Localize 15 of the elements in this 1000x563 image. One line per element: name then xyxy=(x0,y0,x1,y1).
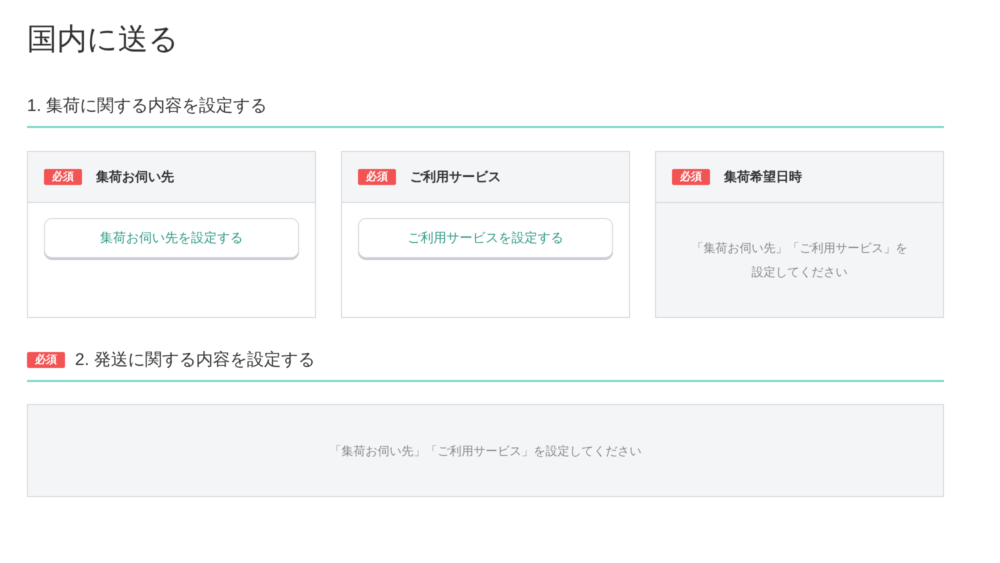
required-badge: 必須 xyxy=(358,169,396,185)
required-badge: 必須 xyxy=(27,352,65,368)
instruction-text: 「集荷お伺い先」「ご利用サービス」を設定してください xyxy=(330,442,642,460)
section-heading: 1. 集荷に関する内容を設定する xyxy=(27,95,267,117)
section-heading: 2. 発送に関する内容を設定する xyxy=(75,349,315,371)
set-button[interactable]: 集荷お伺い先を設定する xyxy=(44,218,299,258)
instruction-text: 「集荷お伺い先」「ご利用サービス」を xyxy=(692,240,908,257)
page-title: 国内に送る xyxy=(27,22,180,58)
instruction-text: 設定してください xyxy=(752,264,848,281)
card-title: 集荷お伺い先 xyxy=(96,168,174,186)
required-badge: 必須 xyxy=(44,169,82,185)
required-badge: 必須 xyxy=(672,169,710,185)
set-button[interactable]: ご利用サービスを設定する xyxy=(358,218,613,258)
card-title: ご利用サービス xyxy=(410,168,501,186)
card-title: 集荷希望日時 xyxy=(724,168,802,186)
